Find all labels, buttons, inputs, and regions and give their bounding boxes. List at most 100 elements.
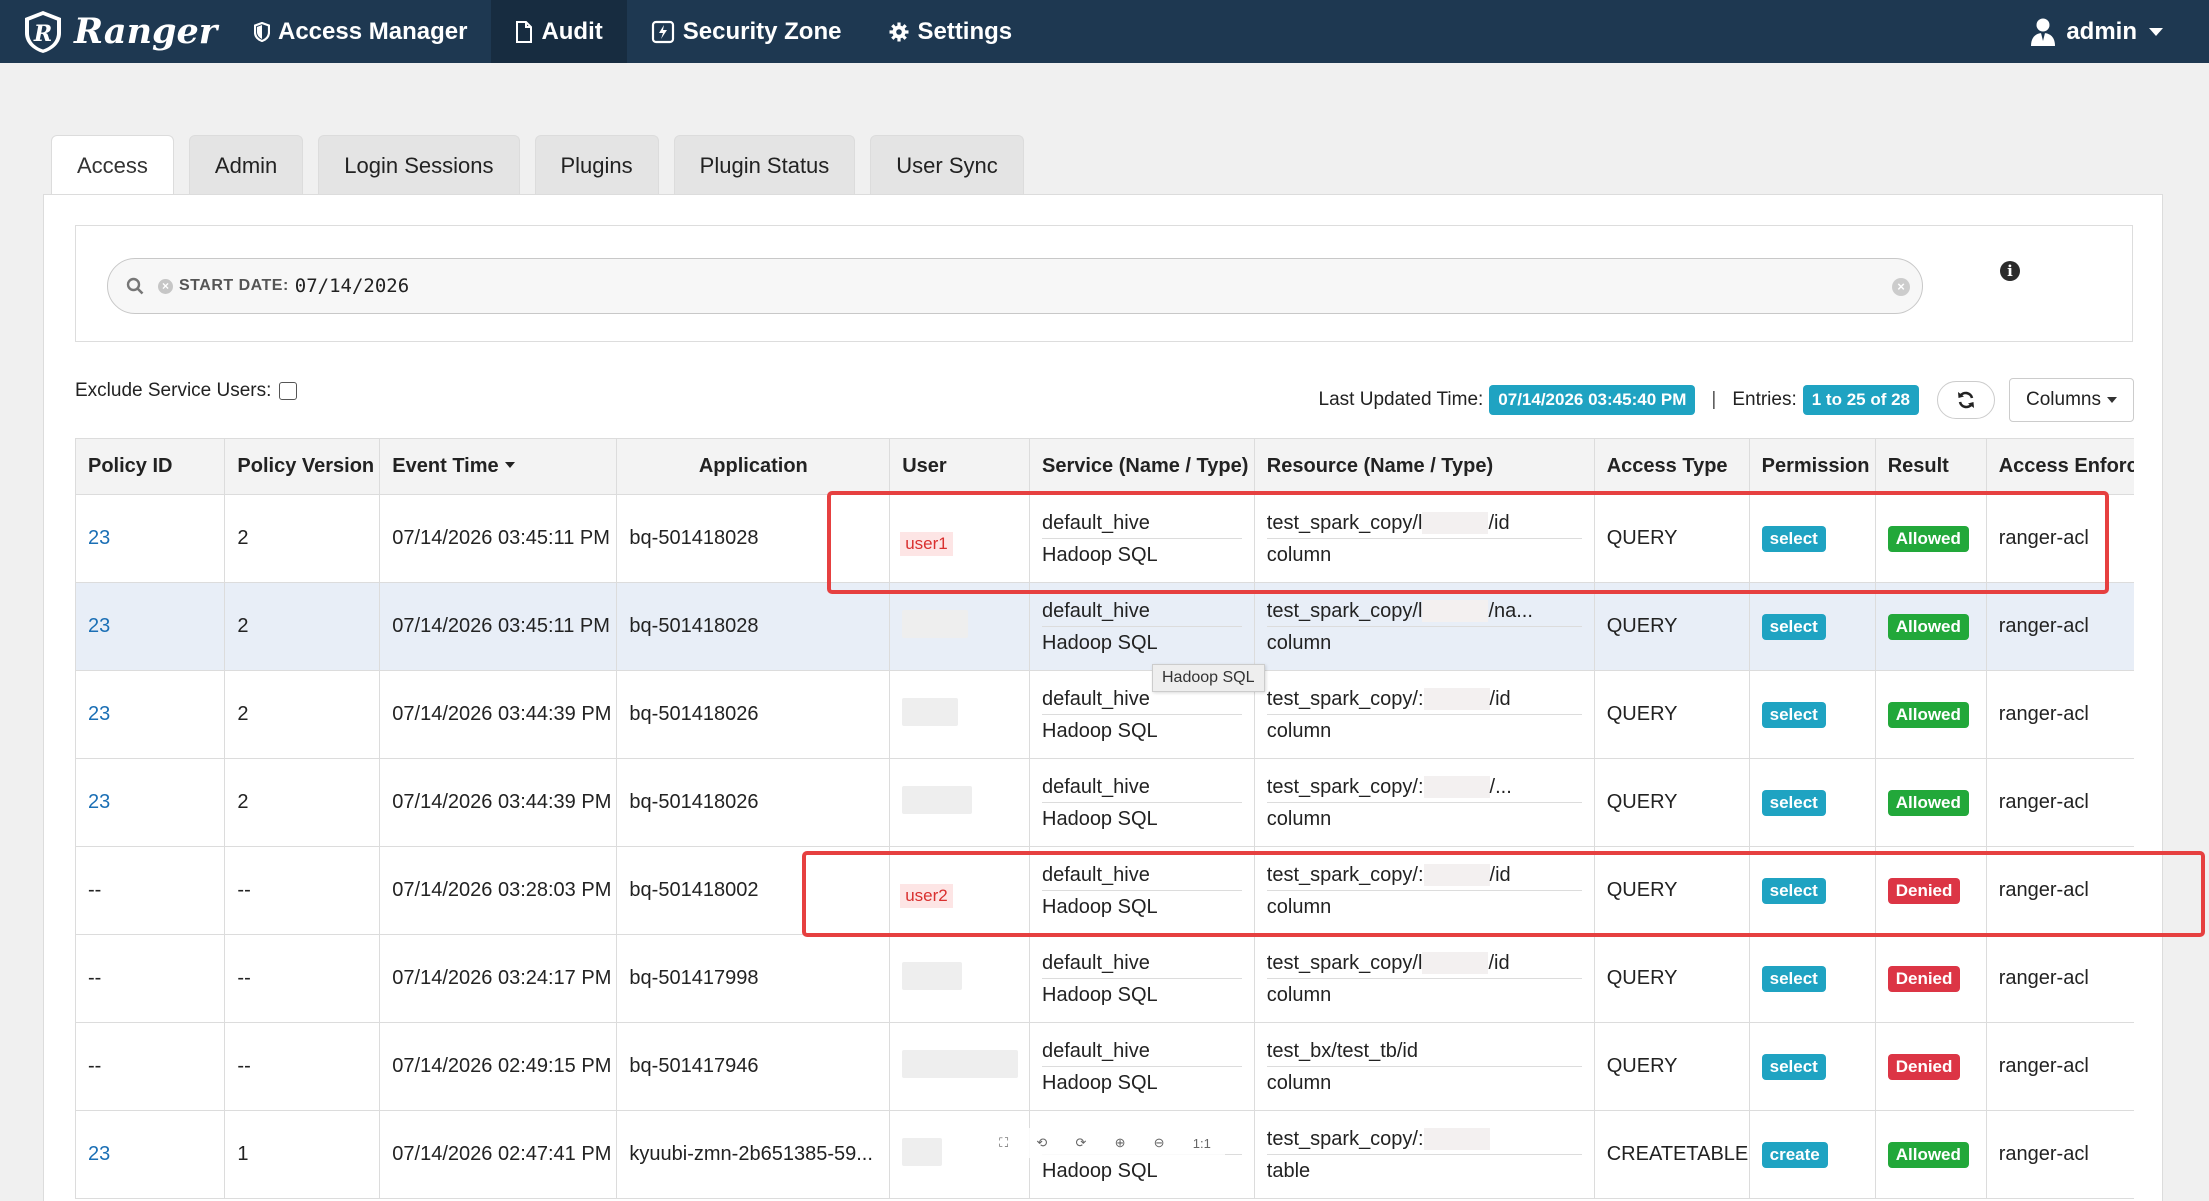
nav-access-manager[interactable]: Access Manager <box>230 0 491 63</box>
permission-badge: select <box>1761 701 1826 728</box>
rotate-left-icon[interactable]: ⟲ <box>1036 1135 1047 1151</box>
table-row[interactable]: 23 2 07/14/2026 03:45:11 PM bq-501418028 def… <box>75 582 2134 671</box>
search-input[interactable]: × START DATE: 07/14/2026 × <box>107 258 1923 314</box>
resource-cell: test_spark_copy/: table <box>1253 1110 1595 1199</box>
audit-tabs: Access Admin Login Sessions Plugins Plug… <box>51 135 1039 196</box>
resource-name: test_spark_copy/l <box>1266 951 1423 974</box>
nav-security-zone-label: Security Zone <box>682 17 842 45</box>
access-panel: × START DATE: 07/14/2026 × i Exclude Ser… <box>43 194 2163 1201</box>
columns-button[interactable]: Columns <box>2009 378 2134 422</box>
col-policy-id[interactable]: Policy ID <box>75 438 226 495</box>
resource-type: column <box>1266 631 1332 654</box>
table-row[interactable]: -- -- 07/14/2026 03:24:17 PM bq-501417998 de… <box>75 934 2134 1023</box>
resource-cell: test_bx/test_tb/id column <box>1253 1022 1595 1111</box>
user-menu[interactable]: admin <box>2030 0 2163 63</box>
col-service[interactable]: Service (Name / Type) <box>1029 438 1255 495</box>
col-access-enforcer[interactable]: Access Enforcer <box>1985 438 2134 495</box>
permission-cell: select <box>1748 1022 1876 1111</box>
policy-id-cell[interactable]: 23 <box>75 670 226 759</box>
user-icon <box>2031 18 2056 46</box>
table-row[interactable]: 23 2 07/14/2026 03:44:39 PM bq-501418026 def… <box>75 670 2134 759</box>
service-type: Hadoop SQL <box>1042 807 1158 830</box>
result-cell: Denied <box>1874 934 1987 1023</box>
service-cell: default_hive Hadoop SQL <box>1029 758 1255 847</box>
col-permission[interactable]: Permission <box>1748 438 1876 495</box>
chevron-down-icon <box>2149 27 2163 36</box>
permission-cell: select <box>1748 582 1876 671</box>
redacted-user <box>902 1049 1019 1078</box>
zoom-out-icon[interactable]: ⊖ <box>1154 1135 1165 1151</box>
entries-label: Entries: <box>1732 389 1797 410</box>
resource-name: test_spark_copy/: <box>1266 1127 1424 1150</box>
application-cell: bq-501417946 <box>616 1022 891 1111</box>
redacted-segment <box>1423 688 1490 711</box>
service-name: default_hive <box>1042 771 1242 803</box>
actual-size-icon[interactable]: 1:1 <box>1193 1136 1211 1151</box>
tab-plugins[interactable]: Plugins <box>534 135 659 195</box>
permission-badge: select <box>1761 789 1826 816</box>
refresh-icon <box>1958 391 1975 409</box>
remove-filter-icon[interactable]: × <box>158 278 173 294</box>
application-cell: kyuubi-zmn-2b651385-59... <box>616 1110 891 1199</box>
tab-user-sync[interactable]: User Sync <box>870 135 1024 195</box>
result-badge: Denied <box>1887 1053 1961 1080</box>
clear-search-icon[interactable]: × <box>1892 278 1910 296</box>
tab-plugin-status[interactable]: Plugin Status <box>673 135 856 195</box>
application-cell: bq-501418026 <box>616 670 891 759</box>
col-application[interactable]: Application <box>616 438 891 495</box>
resource-cell: test_spark_copy/: /id column <box>1253 670 1595 759</box>
permission-badge: select <box>1761 1053 1826 1080</box>
nav-settings-label: Settings <box>917 17 1013 45</box>
event-time-cell: 07/14/2026 02:47:41 PM <box>379 1110 618 1199</box>
table-row[interactable]: 23 2 07/14/2026 03:44:39 PM bq-501418026 def… <box>75 758 2134 847</box>
resource-cell: test_spark_copy/l/na...column <box>1253 582 1595 671</box>
enforcer-cell: ranger-acl <box>1985 758 2134 847</box>
col-event-time-label: Event Time <box>392 455 499 477</box>
policy-id-cell[interactable]: 23 <box>75 1110 226 1199</box>
col-resource[interactable]: Resource (Name / Type) <box>1253 438 1595 495</box>
info-icon[interactable]: i <box>2000 261 2020 281</box>
redacted-segment <box>1423 1128 1490 1151</box>
col-access-type[interactable]: Access Type <box>1593 438 1750 495</box>
sort-desc-icon <box>504 462 515 468</box>
tab-access[interactable]: Access <box>51 135 174 196</box>
policy-id-cell[interactable]: 23 <box>75 582 226 671</box>
resource-suffix: /id <box>1489 687 1511 710</box>
service-cell: default_hive Hadoop SQL <box>1029 1022 1255 1111</box>
col-policy-version[interactable]: Policy Version <box>224 438 381 495</box>
resource-type: column <box>1266 807 1332 830</box>
col-user[interactable]: User <box>889 438 1030 495</box>
service-type: Hadoop SQL <box>1042 983 1158 1006</box>
policy-id-cell[interactable]: 23 <box>75 494 226 583</box>
fullscreen-icon[interactable]: ⛶ <box>999 1135 1008 1151</box>
tab-login-sessions[interactable]: Login Sessions <box>318 135 520 195</box>
nav-security-zone[interactable]: Security Zone <box>627 0 866 63</box>
col-result[interactable]: Result <box>1874 438 1987 495</box>
resource-path: test_spark_copy/l/na... <box>1266 595 1582 627</box>
nav-settings[interactable]: Settings <box>865 0 1036 63</box>
table-meta: Last Updated Time: 07/14/2026 03:45:40 P… <box>1319 378 2134 422</box>
resource-suffix: /na... <box>1488 599 1533 622</box>
table-row[interactable]: -- -- 07/14/2026 02:49:15 PM bq-501417946 de… <box>75 1022 2134 1111</box>
user-cell <box>889 1022 1030 1111</box>
event-time-cell: 07/14/2026 03:44:39 PM <box>379 670 618 759</box>
exclude-checkbox[interactable] <box>279 382 298 400</box>
policy-id-cell[interactable]: 23 <box>75 758 226 847</box>
nav-audit[interactable]: Audit <box>491 0 627 63</box>
resource-name: test_bx/test_tb/id <box>1266 1039 1418 1062</box>
filter-value[interactable]: 07/14/2026 <box>295 275 409 297</box>
policy-version-cell: 2 <box>224 494 381 583</box>
table-header-row: Policy ID Policy Version Event Time Appl… <box>75 438 2134 495</box>
service-name: default_hive <box>1042 1035 1242 1067</box>
resource-cell: test_spark_copy/: /... column <box>1253 758 1595 847</box>
resource-type: column <box>1266 719 1332 742</box>
refresh-button[interactable] <box>1937 381 1996 419</box>
service-type: Hadoop SQL <box>1042 1159 1158 1182</box>
event-time-cell: 07/14/2026 03:45:11 PM <box>379 494 618 583</box>
enforcer-cell: ranger-acl <box>1985 670 2134 759</box>
zoom-in-icon[interactable]: ⊕ <box>1115 1135 1126 1151</box>
rotate-right-icon[interactable]: ⟳ <box>1075 1135 1086 1151</box>
col-event-time[interactable]: Event Time <box>379 438 618 495</box>
brand[interactable]: R Ranger <box>0 0 230 63</box>
tab-admin[interactable]: Admin <box>188 135 304 195</box>
